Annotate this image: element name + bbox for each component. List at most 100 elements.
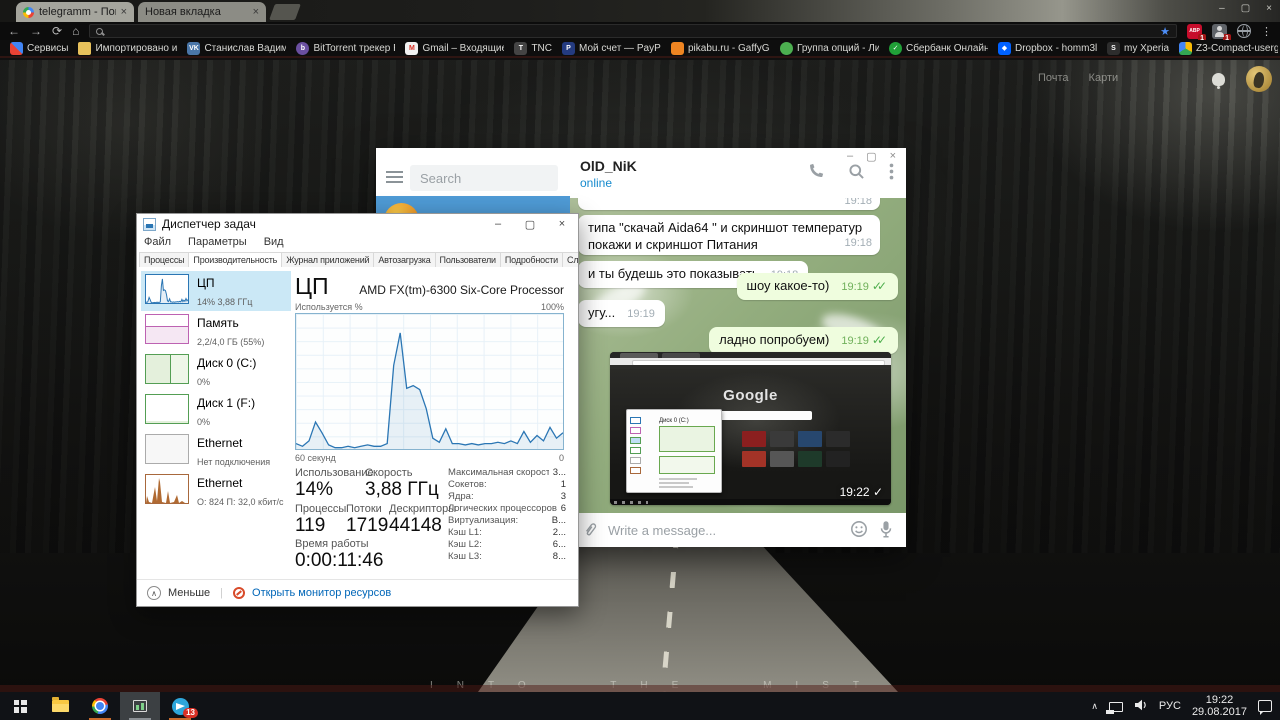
cpu-info-list: Максимальная скорость: 3... Сокетов: 1 Ядр… <box>448 467 566 562</box>
menu-options[interactable]: Параметры <box>188 236 247 248</box>
bookmark-item[interactable]: Z3-Compact-usergu… <box>1175 41 1280 56</box>
tab-app-history[interactable]: Журнал приложений <box>281 252 375 267</box>
action-center-icon[interactable] <box>1258 700 1272 715</box>
browser-tab-new-tab[interactable]: Новая вкладка × <box>138 2 266 22</box>
bookmark-item[interactable]: bBitTorrent трекер R… <box>292 41 399 56</box>
emoji-icon[interactable] <box>850 520 868 541</box>
tab-close-icon[interactable]: × <box>121 6 127 18</box>
sidebar-item-memory[interactable]: Память 2,2/4,0 ГБ (55%) <box>141 311 291 351</box>
gmail-link[interactable]: Почта <box>1038 72 1069 84</box>
taskmanager-minimize-button[interactable]: – <box>482 214 514 234</box>
usage-label: Использование <box>295 467 374 479</box>
adblock-extension-icon[interactable]: ABP 1 <box>1187 23 1206 43</box>
sidebar-item-ethernet1[interactable]: Ethernet Нет подключения <box>141 431 291 471</box>
chat-search-icon[interactable] <box>848 163 865 180</box>
telegram-close-button[interactable]: × <box>890 150 896 163</box>
message-bubble-incoming: угу... 19:19 <box>578 300 665 327</box>
tab-close-icon[interactable]: × <box>253 6 259 18</box>
taskbar-chrome[interactable] <box>80 692 120 720</box>
start-button[interactable] <box>0 692 40 720</box>
bookmark-item[interactable]: pikabu.ru - GaffyGal <box>667 41 774 56</box>
home-button[interactable]: ⌂ <box>72 25 79 37</box>
fewer-details-button[interactable]: Меньше <box>168 587 210 599</box>
window-title: Диспетчер задач <box>162 217 256 231</box>
taskbar-telegram[interactable]: 13 <box>160 692 200 720</box>
photo-timestamp: 19:22 ✓ <box>839 485 883 499</box>
bookmark-item[interactable]: T TNC <box>510 41 556 56</box>
language-indicator[interactable]: РУС <box>1159 700 1181 712</box>
bookmark-item[interactable]: Импортировано из <box>74 41 181 56</box>
microphone-icon[interactable] <box>878 520 894 541</box>
collapse-chevron-icon[interactable]: ∧ <box>147 586 161 600</box>
bookmark-item[interactable]: Группа опций - Ли… <box>776 41 883 56</box>
volume-icon[interactable] <box>1134 698 1148 715</box>
bookmark-item[interactable]: ✓ Сбербанк Онлайн <box>885 41 992 56</box>
message-bubble-outgoing: шоу какое-то) 19:19 ✓✓ <box>736 273 898 300</box>
telegram-maximize-button[interactable]: ▢ <box>866 150 876 163</box>
open-resource-monitor-link[interactable]: Открыть монитор ресурсов <box>252 587 391 599</box>
taskbar-file-explorer[interactable] <box>40 692 80 720</box>
forward-button[interactable]: → <box>30 25 42 37</box>
tray-expand-chevron[interactable]: ∧ <box>1091 701 1098 712</box>
tab-services[interactable]: Службы <box>562 252 578 267</box>
tab-performance[interactable]: Производительность <box>188 252 283 267</box>
task-manager-title-bar: Диспетчер задач – ▢ × <box>137 214 578 234</box>
screenshot-omnibox <box>610 358 891 366</box>
new-tab-button[interactable] <box>269 4 301 20</box>
proxy-extension-icon[interactable]: 1 <box>1212 23 1231 43</box>
chat-menu-icon[interactable] <box>889 163 894 180</box>
sidebar-item-disk0[interactable]: Диск 0 (C:) 0% <box>141 351 291 391</box>
attach-paperclip-icon[interactable] <box>582 521 598 540</box>
photo-message-screenshot[interactable]: Google Диск 0 (C:) 19:22 ✓ <box>610 352 891 505</box>
bookmark-item[interactable]: VKСтанислав Вадимов <box>183 41 290 56</box>
back-button[interactable]: ← <box>8 25 20 37</box>
bookmark-item[interactable]: ◆Dropbox - homm3l… <box>994 41 1101 56</box>
browser-close-button[interactable]: × <box>1266 3 1272 14</box>
sidebar-item-cpu[interactable]: ЦП 14% 3,88 ГГц <box>141 271 291 311</box>
chat-peer-name[interactable]: OlD_NiK <box>580 158 637 174</box>
bookmark-item[interactable]: Smy Xperia <box>1103 41 1173 56</box>
bookmark-item[interactable]: M Gmail – Входящие ( <box>401 41 508 56</box>
tab-startup[interactable]: Автозагрузка <box>373 252 436 267</box>
address-bar[interactable]: ★ <box>89 24 1177 38</box>
tab-processes[interactable]: Процессы <box>139 252 190 267</box>
sidebar-item-ethernet2[interactable]: Ethernet О: 824 П: 32,0 кбит/с <box>141 471 291 511</box>
bookmark-item[interactable]: Сервисы <box>6 41 72 56</box>
read-checks-icon: ✓✓ <box>871 279 887 293</box>
browser-menu-icon[interactable]: ⋮ <box>1261 25 1272 38</box>
sidebar-item-disk1[interactable]: Диск 1 (F:) 0% <box>141 391 291 431</box>
globe-extension-icon[interactable] <box>1237 24 1251 38</box>
network-icon[interactable] <box>1105 702 1123 714</box>
tab-users[interactable]: Пользователи <box>434 252 501 267</box>
paypal-icon: P <box>562 41 575 55</box>
task-manager-tabs: Процессы Производительность Журнал прило… <box>137 250 578 267</box>
taskmanager-close-button[interactable]: × <box>546 214 578 234</box>
task-manager-footer: ∧ Меньше | Открыть монитор ресурсов <box>137 579 578 606</box>
tnc-icon: T <box>514 41 528 55</box>
browser-maximize-button[interactable]: ▢ <box>1241 3 1250 14</box>
clock-time: 19:22 <box>1205 693 1234 706</box>
menu-view[interactable]: Вид <box>264 236 284 248</box>
profile-avatar[interactable] <box>1246 66 1272 92</box>
uptime-value: 0:00:11:46 <box>295 550 384 571</box>
call-icon[interactable] <box>807 163 824 180</box>
message-input[interactable] <box>608 522 840 538</box>
reload-button[interactable]: ⟳ <box>52 25 62 37</box>
google-favicon <box>23 6 34 18</box>
telegram-search-input[interactable] <box>410 165 558 191</box>
hamburger-menu-icon[interactable] <box>386 171 403 183</box>
images-link[interactable]: Карти <box>1089 72 1119 84</box>
taskmanager-maximize-button[interactable]: ▢ <box>514 214 546 234</box>
taskbar-clock[interactable]: 19:22 29.08.2017 <box>1192 694 1247 719</box>
telegram-minimize-button[interactable]: – <box>847 150 853 163</box>
bookmark-item[interactable]: P Мой счет — PayPal <box>558 41 665 56</box>
task-manager-menu-bar: Файл Параметры Вид <box>137 234 578 250</box>
bookmark-star-icon[interactable]: ★ <box>1160 25 1170 38</box>
notification-bell-icon[interactable] <box>1212 73 1225 89</box>
taskbar-task-manager[interactable] <box>120 692 160 720</box>
menu-file[interactable]: Файл <box>144 236 171 248</box>
apps-grid-icon <box>10 41 23 55</box>
browser-minimize-button[interactable]: – <box>1219 3 1225 14</box>
tab-details[interactable]: Подробности <box>499 252 564 267</box>
browser-tab-telegram-search[interactable]: telegramm - Поиск в G × <box>16 2 134 22</box>
